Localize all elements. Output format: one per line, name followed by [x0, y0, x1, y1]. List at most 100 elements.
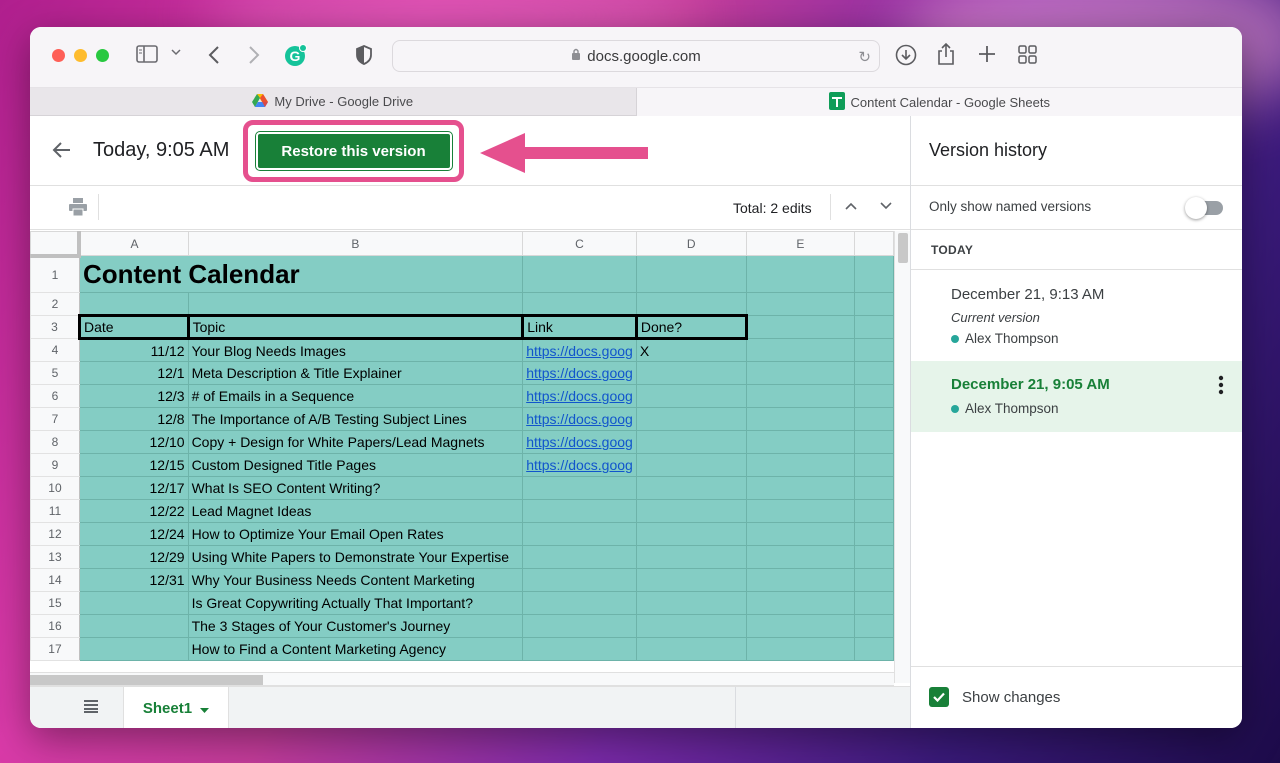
column-header[interactable]: A [78, 231, 189, 256]
vertical-scrollbar[interactable] [894, 231, 910, 683]
link-cell[interactable]: https://docs.goog [522, 453, 637, 477]
cell[interactable] [745, 545, 856, 569]
row-number[interactable]: 7 [30, 407, 80, 431]
link-cell[interactable] [522, 476, 637, 500]
version-item[interactable]: December 21, 9:13 AM Current version Ale… [911, 270, 1242, 361]
cell[interactable] [745, 338, 856, 362]
cell[interactable] [187, 292, 524, 316]
link-cell[interactable] [522, 591, 637, 615]
date-cell[interactable]: 12/10 [78, 430, 189, 454]
chevron-down-icon[interactable] [171, 48, 181, 56]
row-number[interactable]: 12 [30, 522, 80, 546]
done-cell[interactable] [635, 545, 747, 569]
show-changes-checkbox[interactable] [929, 687, 949, 707]
row-number[interactable]: 9 [30, 453, 80, 477]
reload-icon[interactable]: ↻ [858, 48, 871, 66]
cell[interactable] [745, 315, 856, 339]
topic-cell[interactable]: The Importance of A/B Testing Subject Li… [187, 407, 524, 431]
row-number[interactable]: 15 [30, 591, 80, 615]
row-number[interactable]: 2 [30, 292, 80, 316]
cell[interactable] [854, 361, 894, 385]
done-cell[interactable] [635, 637, 747, 661]
grammarly-icon[interactable]: G [284, 43, 308, 67]
link-cell[interactable]: https://docs.goog [522, 430, 637, 454]
cell[interactable] [745, 361, 856, 385]
row-number[interactable]: 1 [30, 255, 80, 293]
done-cell[interactable] [635, 361, 747, 385]
row-number[interactable]: 5 [30, 361, 80, 385]
cell[interactable] [745, 591, 856, 615]
topic-cell[interactable]: How to Optimize Your Email Open Rates [187, 522, 524, 546]
new-tab-icon[interactable] [978, 45, 996, 63]
link-cell[interactable]: https://docs.goog [522, 338, 637, 362]
cell[interactable] [745, 568, 856, 592]
date-cell[interactable]: 11/12 [78, 338, 189, 362]
date-cell[interactable]: 12/3 [78, 384, 189, 408]
select-all-corner[interactable] [30, 231, 82, 258]
cell[interactable] [522, 255, 637, 293]
done-cell[interactable] [635, 591, 747, 615]
row-number[interactable]: 4 [30, 338, 80, 362]
back-arrow-icon[interactable] [52, 140, 72, 166]
version-item-selected[interactable]: December 21, 9:05 AM Alex Thompson [911, 361, 1242, 432]
cell[interactable] [854, 545, 894, 569]
column-header[interactable] [854, 231, 894, 256]
date-cell[interactable]: 12/15 [78, 453, 189, 477]
column-header[interactable]: C [522, 231, 637, 256]
tab-google-drive[interactable]: My Drive - Google Drive [30, 88, 637, 116]
sheet-title-cell[interactable]: Content Calendar [78, 255, 524, 293]
cell[interactable] [854, 384, 894, 408]
cell[interactable] [635, 255, 747, 293]
named-versions-toggle[interactable] [1185, 197, 1225, 219]
restore-version-button[interactable]: Restore this version [255, 132, 452, 170]
zoom-window-button[interactable] [96, 49, 109, 62]
date-cell[interactable] [78, 637, 189, 661]
link-cell[interactable] [522, 614, 637, 638]
print-icon[interactable] [68, 198, 88, 221]
cell[interactable] [745, 453, 856, 477]
cell[interactable] [854, 430, 894, 454]
row-number[interactable]: 11 [30, 499, 80, 523]
cell[interactable] [854, 407, 894, 431]
more-options-icon[interactable] [1218, 375, 1224, 399]
link-cell[interactable] [522, 568, 637, 592]
row-number[interactable]: 10 [30, 476, 80, 500]
topic-cell[interactable]: Is Great Copywriting Actually That Impor… [187, 591, 524, 615]
done-cell[interactable] [635, 522, 747, 546]
close-window-button[interactable] [52, 49, 65, 62]
address-bar[interactable]: docs.google.com ↻ [392, 40, 880, 72]
link-cell[interactable]: https://docs.goog [522, 407, 637, 431]
tab-overview-icon[interactable] [1018, 45, 1037, 64]
scrollbar-thumb[interactable] [898, 233, 908, 263]
cell[interactable] [745, 614, 856, 638]
date-cell[interactable]: 12/1 [78, 361, 189, 385]
cell[interactable] [854, 522, 894, 546]
date-cell[interactable]: 12/29 [78, 545, 189, 569]
previous-edit-icon[interactable] [845, 197, 857, 213]
row-number[interactable]: 13 [30, 545, 80, 569]
minimize-window-button[interactable] [74, 49, 87, 62]
done-cell[interactable]: X [635, 338, 747, 362]
cell[interactable] [78, 292, 189, 316]
spreadsheet-grid[interactable]: A B C D E 1 Content Calendar 2 3 Date Topic Li… [30, 231, 894, 663]
row-number[interactable]: 3 [30, 315, 80, 339]
done-cell[interactable] [635, 407, 747, 431]
cell[interactable] [854, 499, 894, 523]
done-cell[interactable] [635, 568, 747, 592]
forward-icon[interactable] [248, 45, 260, 65]
cell[interactable] [854, 338, 894, 362]
sidebar-icon[interactable] [136, 45, 158, 63]
topic-cell[interactable]: Using White Papers to Demonstrate Your E… [187, 545, 524, 569]
link-cell[interactable]: https://docs.goog [522, 361, 637, 385]
row-number[interactable]: 6 [30, 384, 80, 408]
date-cell[interactable] [78, 591, 189, 615]
scrollbar-thumb[interactable] [30, 675, 263, 685]
cell[interactable] [745, 255, 856, 293]
topic-cell[interactable]: Why Your Business Needs Content Marketin… [187, 568, 524, 592]
link-cell[interactable] [522, 522, 637, 546]
topic-cell[interactable]: Lead Magnet Ideas [187, 499, 524, 523]
cell[interactable] [745, 637, 856, 661]
done-cell[interactable] [635, 430, 747, 454]
column-header[interactable]: B [187, 231, 524, 256]
topic-cell[interactable]: How to Find a Content Marketing Agency [187, 637, 524, 661]
